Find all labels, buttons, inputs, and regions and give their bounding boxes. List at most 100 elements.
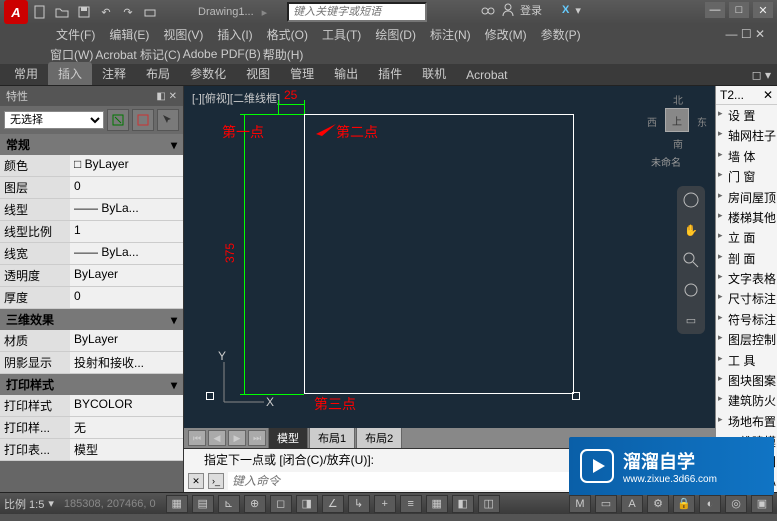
ribtab-parametric[interactable]: 参数化 (180, 62, 236, 85)
palette-item[interactable]: 建筑防火 (716, 390, 777, 410)
palette-close-icon[interactable]: ✕ (763, 88, 773, 102)
tab-layout1[interactable]: 布局1 (309, 427, 355, 449)
status-clean-button[interactable]: ▣ (751, 495, 773, 513)
maximize-button[interactable]: □ (729, 2, 749, 18)
menu-draw[interactable]: 绘图(D) (369, 26, 422, 43)
save-icon[interactable] (76, 4, 92, 20)
status-model-button[interactable]: M (569, 495, 591, 513)
tab-first-icon[interactable]: ⏮ (188, 430, 206, 446)
nav-wheel-icon[interactable] (681, 190, 701, 210)
compass-north[interactable]: 北 (673, 92, 683, 107)
palette-item[interactable]: 楼梯其他 (716, 207, 777, 227)
ucs-icon[interactable]: YX (214, 352, 274, 412)
menu-adobe-pdf[interactable]: Adobe PDF(B) (183, 47, 261, 61)
menu-format[interactable]: 格式(O) (261, 26, 314, 43)
quick-select-button[interactable] (107, 109, 129, 131)
status-hardware-button[interactable]: ◐ (699, 495, 721, 513)
select-objects-button[interactable] (157, 109, 179, 131)
pickadd-button[interactable] (132, 109, 154, 131)
panel-close-icon[interactable]: ◧ ✕ (156, 91, 177, 102)
status-workspace-button[interactable]: ⚙ (647, 495, 669, 513)
exchange-icon[interactable]: X (562, 4, 569, 16)
ribtab-addins[interactable]: 插件 (368, 62, 412, 85)
doc-close-icon[interactable]: — ☐ ✕ (720, 27, 771, 41)
palette-item[interactable]: 图层控制 (716, 329, 777, 349)
menu-param[interactable]: 参数(P) (535, 26, 587, 43)
ribtab-acrobat[interactable]: Acrobat (456, 65, 517, 85)
menu-window[interactable]: 窗口(W) (50, 46, 93, 63)
viewcube-top[interactable]: 上 (665, 108, 689, 132)
nav-zoom-icon[interactable] (681, 250, 701, 270)
undo-icon[interactable]: ↶ (98, 4, 114, 20)
scale-dropdown-icon[interactable]: ▾ (48, 497, 54, 510)
command-prompt-icon[interactable]: ›_ (208, 473, 224, 489)
status-polar-button[interactable]: ⊕ (244, 495, 266, 513)
palette-item[interactable]: 墙 体 (716, 146, 777, 166)
nav-orbit-icon[interactable] (681, 280, 701, 300)
binoculars-icon[interactable] (480, 3, 496, 17)
ribtab-online[interactable]: 联机 (412, 62, 456, 85)
scale-control[interactable]: 比例 1:5 (4, 496, 44, 512)
redo-icon[interactable]: ↷ (120, 4, 136, 20)
menu-insert[interactable]: 插入(I) (211, 26, 258, 43)
tab-last-icon[interactable]: ⏭ (248, 430, 266, 446)
palette-item[interactable]: 轴网柱子 (716, 125, 777, 145)
status-tpy-button[interactable]: ▦ (426, 495, 448, 513)
status-ortho-button[interactable]: ⊾ (218, 495, 240, 513)
menu-acrobat-mark[interactable]: Acrobat 标记(C) (95, 46, 180, 63)
app-logo[interactable]: A (4, 0, 28, 24)
compass-south[interactable]: 南 (673, 136, 683, 151)
palette-item[interactable]: 房间屋顶 (716, 187, 777, 207)
palette-item[interactable]: 尺寸标注 (716, 288, 777, 308)
status-snap-button[interactable]: ▦ (166, 495, 188, 513)
status-lock-button[interactable]: 🔒 (673, 495, 695, 513)
open-icon[interactable] (54, 4, 70, 20)
viewport-label[interactable]: [-][俯视][二维线框] (192, 90, 280, 106)
tab-prev-icon[interactable]: ◀ (208, 430, 226, 446)
status-qp-button[interactable]: ◧ (452, 495, 474, 513)
status-ducs-button[interactable]: ↳ (348, 495, 370, 513)
palette-item[interactable]: 工 具 (716, 350, 777, 370)
ribtab-output[interactable]: 输出 (324, 62, 368, 85)
menu-help[interactable]: 帮助(H) (263, 46, 304, 63)
print-icon[interactable] (142, 4, 158, 20)
compass-east[interactable]: 东 (697, 114, 707, 129)
drawing-canvas[interactable]: [-][俯视][二维线框] 25 375 第一点 第二点 第三点 YX (184, 86, 715, 428)
menu-dim[interactable]: 标注(N) (424, 26, 477, 43)
grip[interactable] (206, 392, 214, 400)
status-annoscale-button[interactable]: A (621, 495, 643, 513)
status-3dosnap-button[interactable]: ◨ (296, 495, 318, 513)
ribtab-manage[interactable]: 管理 (280, 62, 324, 85)
group-3d[interactable]: 三维效果▾ (0, 309, 183, 330)
palette-item[interactable]: 图块图案 (716, 370, 777, 390)
status-dyn-button[interactable]: + (374, 495, 396, 513)
help-search-input[interactable] (287, 2, 427, 22)
menu-tools[interactable]: 工具(T) (316, 26, 367, 43)
tab-layout2[interactable]: 布局2 (356, 427, 402, 449)
menu-edit[interactable]: 编辑(E) (103, 26, 155, 43)
group-general[interactable]: 常规▾ (0, 134, 183, 155)
nav-pan-icon[interactable]: ✋ (681, 220, 701, 240)
palette-item[interactable]: 设 置 (716, 105, 777, 125)
minimize-button[interactable]: — (705, 2, 725, 18)
ribbon-collapse-icon[interactable]: ◻ ▾ (742, 65, 777, 85)
collapse-icon[interactable]: ▾ (171, 138, 177, 152)
ribtab-home[interactable]: 常用 (4, 62, 48, 85)
nav-showmotion-icon[interactable]: ▭ (681, 310, 701, 330)
menu-view[interactable]: 视图(V) (157, 26, 209, 43)
properties-list[interactable]: 常规▾ 颜色□ ByLayer 图层0 线型—— ByLa... 线型比例1 线… (0, 134, 183, 492)
ribtab-insert[interactable]: 插入 (48, 62, 92, 85)
palette-item[interactable]: 文字表格 (716, 268, 777, 288)
login-label[interactable]: 登录 (520, 2, 542, 18)
status-osnap-button[interactable]: ◻ (270, 495, 292, 513)
status-grid-button[interactable]: ▤ (192, 495, 214, 513)
menu-modify[interactable]: 修改(M) (479, 26, 533, 43)
new-icon[interactable] (32, 4, 48, 20)
collapse-icon[interactable]: ▾ (171, 378, 177, 392)
selection-dropdown[interactable]: 无选择 (4, 111, 104, 129)
command-close-icon[interactable]: ✕ (188, 473, 204, 489)
ribtab-annotate[interactable]: 注释 (92, 62, 136, 85)
view-unnamed[interactable]: 未命名 (651, 154, 681, 169)
tab-model[interactable]: 模型 (268, 427, 308, 449)
status-otrack-button[interactable]: ∠ (322, 495, 344, 513)
